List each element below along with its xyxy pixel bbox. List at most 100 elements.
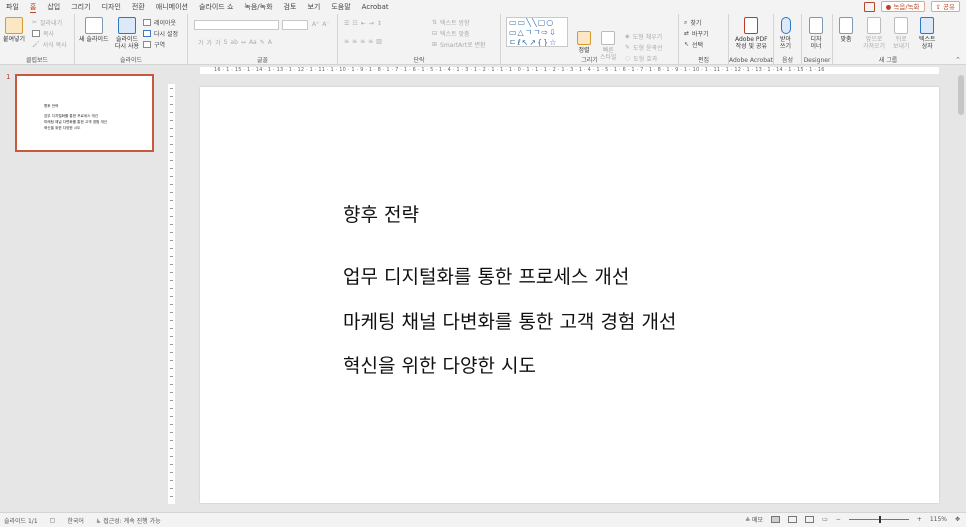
tab-animations[interactable]: 애니메이션	[156, 2, 188, 12]
shrink-font-icon: A⁻	[322, 21, 330, 28]
vertical-scrollbar[interactable]	[956, 65, 966, 512]
collapse-ribbon-icon[interactable]: ⌃	[955, 56, 961, 64]
slide-line-3[interactable]: 혁신을 위한 다양한 시도	[343, 351, 536, 378]
normal-view-icon[interactable]	[771, 516, 781, 523]
vertical-ruler[interactable]	[168, 84, 175, 504]
ruler-tick	[170, 160, 173, 161]
layout-button[interactable]: 레이아웃	[143, 18, 176, 27]
replace-icon: ⇄	[684, 30, 690, 37]
reuse-slides-button[interactable]: 슬라이드 다시 사용	[115, 17, 139, 50]
slide-line-2[interactable]: 마케팅 채널 다변화를 통한 고객 경험 개선	[343, 307, 676, 334]
cursor-icon: ↖	[684, 41, 690, 48]
reset-button[interactable]: 다시 설정	[143, 29, 178, 38]
acrobat-group: Adobe PDF 작성 및 공유 Adobe Acrobat	[729, 14, 774, 65]
shape-fill-button[interactable]: ◈ 도형 채우기	[625, 32, 662, 41]
tab-home[interactable]: 홈	[29, 2, 37, 13]
reuse-slides-label-1: 슬라이드	[115, 36, 139, 43]
comment-icon[interactable]	[863, 1, 875, 12]
zoom-in-icon[interactable]: +	[917, 516, 922, 523]
slide-thumbnail[interactable]: 향후 전략 업무 디지털화를 통한 프로세스 개선 마케팅 채널 다변화를 통한…	[15, 74, 154, 152]
tab-design[interactable]: 디자인	[102, 2, 121, 12]
tab-file[interactable]: 파일	[6, 2, 19, 12]
record-button[interactable]: ● 녹음/녹화	[880, 1, 925, 12]
tab-view[interactable]: 보기	[307, 2, 320, 12]
slide-sorter-icon[interactable]	[788, 516, 798, 523]
tab-slideshow[interactable]: 슬라이드 쇼	[199, 2, 233, 12]
language-indicator[interactable]: 한국어	[67, 516, 84, 525]
ruler-tick	[170, 152, 173, 153]
scrollbar-thumb[interactable]	[958, 75, 964, 115]
reading-view-icon[interactable]	[805, 516, 815, 523]
tab-draw[interactable]: 그리기	[71, 2, 90, 12]
tab-transitions[interactable]: 전환	[132, 2, 145, 12]
ruler-tick	[170, 216, 173, 217]
horizontal-ruler[interactable]: 16 · 1 · 15 · 1 · 14 · 1 · 13 · 1 · 12 ·…	[200, 67, 939, 74]
copy-button[interactable]: 복사	[32, 29, 54, 38]
bring-forward-label-1: 앞으로	[865, 36, 883, 43]
menu-right: ● 녹음/녹화 ⇪ 공유	[863, 1, 960, 12]
clipboard-group-label: 클립보드	[25, 57, 49, 64]
tab-acrobat[interactable]: Acrobat	[362, 3, 389, 11]
shapes-gallery[interactable]: ▭▭╲╲▢○ ▭△ㄱㄱ⇨⇩ ㄷℓ↖↗{}☆	[506, 17, 568, 47]
text-direction-button[interactable]: ⇅ 텍스트 방향	[432, 18, 470, 27]
cut-button[interactable]: ✂ 잘라내기	[32, 18, 62, 27]
format-painter-button[interactable]: 🖌 서식 복사	[32, 40, 67, 49]
slideshow-icon[interactable]: ▭	[822, 516, 828, 523]
menu-bar: 파일 홈 삽입 그리기 디자인 전환 애니메이션 슬라이드 쇼 녹음/녹화 검토…	[0, 0, 966, 14]
font-size-dropdown[interactable]	[282, 20, 308, 30]
paste-button[interactable]: 붙여넣기	[3, 17, 25, 43]
section-button[interactable]: 구역	[143, 40, 165, 49]
slide-canvas[interactable]: 향후 전략 업무 디지털화를 통한 프로세스 개선 마케팅 채널 다변화를 통한…	[200, 87, 939, 503]
select-button[interactable]: ↖ 선택	[684, 40, 703, 49]
textbox-button[interactable]: 텍스트 상자	[919, 17, 936, 50]
zoom-out-icon[interactable]: −	[836, 516, 841, 523]
paint-bucket-icon: ◈	[625, 33, 630, 40]
fit-slide-icon[interactable]: ✥	[955, 516, 960, 523]
find-button[interactable]: ⌕ 찾기	[684, 18, 702, 28]
align-text-button[interactable]: ⊟ 텍스트 맞춤	[432, 29, 470, 38]
align-button[interactable]: 맞춤	[839, 17, 853, 43]
find-label: 찾기	[690, 20, 702, 27]
bring-forward-button[interactable]: 앞으로 가져오기	[863, 17, 885, 50]
create-pdf-button[interactable]: Adobe PDF 작성 및 공유	[735, 17, 768, 50]
new-slide-button[interactable]: 새 슬라이드	[79, 17, 109, 43]
textbox-label-2: 상자	[921, 43, 933, 50]
shape-outline-button[interactable]: ✎ 도형 윤곽선	[625, 43, 663, 52]
ruler-tick	[170, 432, 173, 433]
font-name-dropdown[interactable]	[194, 20, 279, 30]
tab-insert[interactable]: 삽입	[47, 2, 60, 12]
record-label: 녹음/녹화	[893, 3, 920, 11]
align-left-icon: ≡	[344, 38, 350, 45]
thumbnail-pane: 1 향후 전략 업무 디지털화를 통한 프로세스 개선 마케팅 채널 다변화를 …	[0, 65, 168, 512]
zoom-slider-knob[interactable]	[878, 516, 881, 523]
tab-review[interactable]: 검토	[284, 2, 297, 12]
align-buttons[interactable]: ≡ ≡ ≡ ≡ ▥	[344, 38, 382, 45]
ruler-tick	[170, 336, 173, 337]
tab-help[interactable]: 도움말	[331, 2, 350, 12]
quick-styles-button[interactable]: 빠른 스타일	[600, 31, 617, 61]
ruler-tick	[170, 400, 173, 401]
spellcheck-icon[interactable]: ▢	[50, 517, 56, 524]
designer-button[interactable]: 디자 이너	[809, 17, 823, 50]
font-format-buttons[interactable]: 가 가 가 S ab ↔ Aa ✎ A	[198, 38, 272, 47]
accessibility-status[interactable]: ♿ 접근성: 계속 진행 가능	[96, 516, 161, 525]
replace-button[interactable]: ⇄ 바꾸기	[684, 29, 709, 38]
zoom-slider[interactable]	[848, 516, 909, 523]
share-button[interactable]: ⇪ 공유	[930, 1, 960, 12]
slide-line-1[interactable]: 업무 디지털화를 통한 프로세스 개선	[343, 262, 629, 289]
notes-button[interactable]: ≜ 메모	[745, 515, 763, 524]
font-group: A⁺ A⁻ 가 가 가 S ab ↔ Aa ✎ A 글꼴	[188, 14, 338, 65]
arrange-button[interactable]: 정렬	[577, 31, 591, 54]
slide-title[interactable]: 향후 전략	[343, 200, 419, 227]
send-backward-button[interactable]: 뒤로 보내기	[893, 17, 910, 50]
list-buttons[interactable]: ☰ ☷ ⇤ ⇥ ↕	[344, 20, 382, 27]
tab-record[interactable]: 녹음/녹화	[244, 2, 272, 12]
reset-label: 다시 설정	[154, 31, 178, 38]
shape-effects-button[interactable]: ◌ 도형 효과	[625, 54, 657, 63]
smartart-button[interactable]: ⊞ SmartArt로 변환	[432, 40, 486, 49]
slides-group-label: 슬라이드	[119, 57, 143, 64]
zoom-level[interactable]: 115%	[930, 516, 947, 523]
font-size-buttons[interactable]: A⁺ A⁻	[312, 21, 330, 28]
indent-icon: ⇤	[360, 20, 366, 27]
dictate-button[interactable]: 받아 쓰기	[780, 17, 791, 50]
